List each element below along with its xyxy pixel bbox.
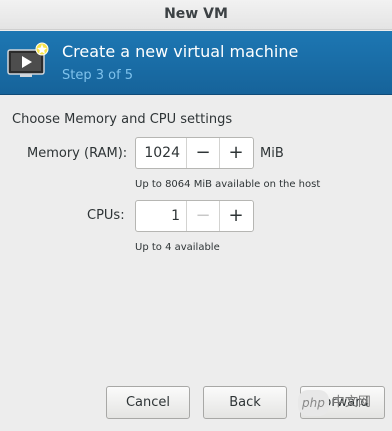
- cpus-hint: Up to 4 available: [135, 242, 220, 253]
- section-heading: Choose Memory and CPU settings: [12, 112, 233, 127]
- watermark-text: 中文网: [331, 395, 371, 410]
- wizard-header: Create a new virtual machine Step 3 of 5: [0, 31, 392, 95]
- cancel-button[interactable]: Cancel: [106, 386, 190, 419]
- back-button[interactable]: Back: [203, 386, 287, 419]
- cpus-increment-button[interactable]: +: [219, 201, 252, 231]
- memory-value-input[interactable]: 1024: [136, 138, 186, 168]
- cpus-decrement-button[interactable]: −: [186, 201, 219, 231]
- cpus-spinbutton: 1 − +: [135, 200, 254, 232]
- memory-hint: Up to 8064 MiB available on the host: [135, 179, 321, 190]
- memory-spinbutton: 1024 − +: [135, 137, 254, 169]
- memory-decrement-button[interactable]: −: [186, 138, 219, 168]
- site-watermark: php 中文网: [298, 390, 388, 416]
- cpus-label: CPUs:: [87, 208, 125, 223]
- wizard-title: Create a new virtual machine: [62, 42, 299, 61]
- wizard-step: Step 3 of 5: [62, 68, 134, 83]
- cpus-value-input[interactable]: 1: [136, 201, 186, 231]
- memory-unit: MiB: [260, 146, 284, 161]
- vm-screen-play-icon: [6, 42, 50, 82]
- memory-label: Memory (RAM):: [27, 146, 128, 161]
- memory-increment-button[interactable]: +: [219, 138, 252, 168]
- watermark-php-logo: php: [298, 390, 329, 416]
- window-title: New VM: [0, 0, 392, 30]
